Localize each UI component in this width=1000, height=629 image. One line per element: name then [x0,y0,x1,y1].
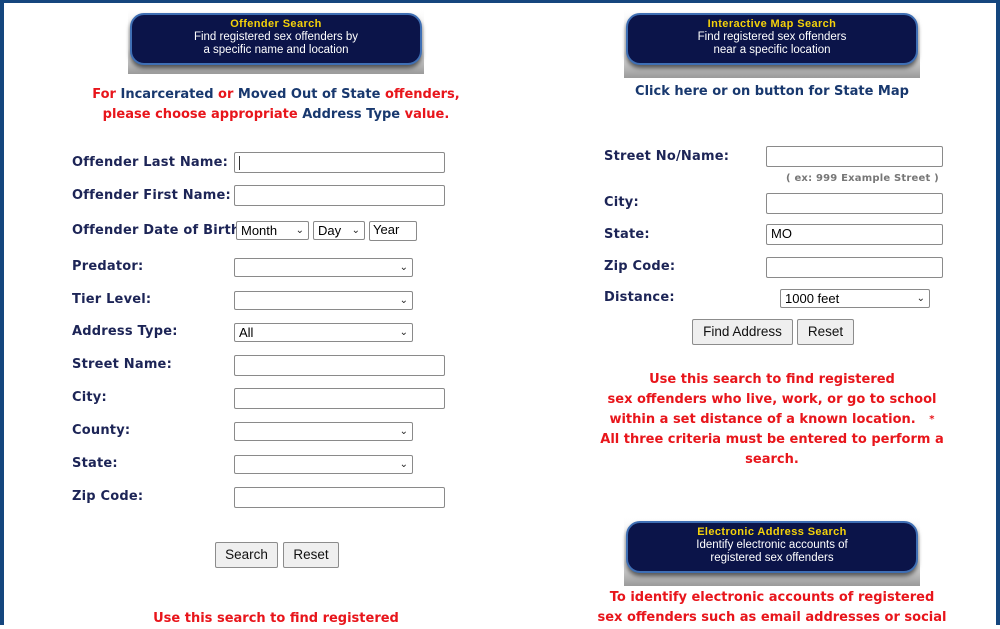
address-type-select[interactable]: All ⌄ [234,323,413,342]
chevron-down-icon: ⌄ [351,225,360,236]
notice-text: please choose appropriate [102,107,303,122]
map-search-banner-line2: near a specific location [713,44,831,56]
notice-text: offenders, [380,87,460,102]
city-label: City: [72,390,107,405]
address-type-value: All [239,325,254,340]
electronic-search-info: To identify electronic accounts of regis… [574,588,970,628]
chevron-down-icon: ⌄ [916,293,925,304]
map-street-input[interactable] [766,146,943,167]
offender-search-banner-wrap: Offender Search Find registered sex offe… [128,10,424,74]
map-search-info: Use this search to find registered sex o… [574,370,970,470]
electronic-search-banner-line2: registered sex offenders [710,552,834,564]
map-city-label: City: [604,195,639,210]
predator-select[interactable]: ⌄ [234,258,413,277]
electronic-search-banner-line1: Identify electronic accounts of [696,539,848,551]
chevron-down-icon: ⌄ [399,327,408,338]
map-city-input[interactable] [766,193,943,214]
first-name-label: Offender First Name: [72,188,231,203]
zip-code-input[interactable] [234,487,445,508]
dob-month-select[interactable]: Month ⌄ [236,221,309,240]
map-state-input[interactable]: MO [766,224,943,245]
notice-incarcerated: Incarcerated [120,87,214,102]
notice-text: For [92,87,121,102]
electronic-search-banner-title: Electronic Address Search [697,526,847,538]
map-info-line4: All three criteria must be entered to pe… [600,432,944,467]
zip-code-label: Zip Code: [72,489,144,504]
distance-label: Distance: [604,290,675,305]
map-search-banner-wrap: Interactive Map Search Find registered s… [624,10,920,78]
map-info-line3-wrap: within a set distance of a known locatio… [574,410,970,430]
street-name-label: Street Name: [72,357,172,372]
electronic-info-line1: To identify electronic accounts of regis… [609,590,935,605]
electronic-search-banner-button[interactable]: Electronic Address Search Identify elect… [626,521,918,573]
predator-label: Predator: [72,259,144,274]
map-search-banner-line1: Find registered sex offenders [697,31,847,43]
map-search-banner-button[interactable]: Interactive Map Search Find registered s… [626,13,918,65]
dob-label: Offender Date of Birth: [72,223,246,238]
state-select[interactable]: ⌄ [234,455,413,474]
offender-search-banner-line1: Find registered sex offenders by [193,31,359,43]
map-state-value: MO [771,226,792,241]
chevron-down-icon: ⌄ [399,262,408,273]
map-info-line3: within a set distance of a known locatio… [609,412,916,427]
dob-year-placeholder: Year [373,222,400,237]
map-info-line2: sex offenders who live, work, or go to s… [607,392,937,407]
distance-select[interactable]: 1000 feet ⌄ [780,289,930,308]
tier-level-select[interactable]: ⌄ [234,291,413,310]
county-label: County: [72,423,131,438]
offender-search-footer-text: Use this search to find registered [153,611,399,626]
chevron-down-icon: ⌄ [295,225,304,236]
chevron-down-icon: ⌄ [399,426,408,437]
dob-month-value: Month [241,223,278,238]
map-reset-button[interactable]: Reset [797,319,854,345]
county-select[interactable]: ⌄ [234,422,413,441]
first-name-input[interactable] [234,185,445,206]
map-zip-input[interactable] [766,257,943,278]
street-name-input[interactable] [234,355,445,376]
asterisk-mark: * [929,414,935,425]
address-type-label: Address Type: [72,324,178,339]
last-name-label: Offender Last Name: [72,155,229,170]
notice-text: value. [400,107,450,122]
dob-year-input[interactable]: Year [369,221,417,241]
tier-level-label: Tier Level: [72,292,152,307]
dob-day-select[interactable]: Day ⌄ [313,221,365,240]
notice-text: or [213,87,238,102]
map-info-line1: Use this search to find registered [649,372,895,387]
chevron-down-icon: ⌄ [399,295,408,306]
text-cursor [239,155,240,170]
address-type-notice: For Incarcerated or Moved Out of State o… [60,85,492,125]
last-name-input[interactable] [234,152,445,173]
notice-address-type: Address Type [302,107,401,122]
state-label: State: [72,456,118,471]
state-map-link[interactable]: Click here or on button for State Map [574,82,970,102]
distance-value: 1000 feet [785,291,840,306]
offender-search-banner-line2: a specific name and location [203,44,349,56]
street-example-hint: ( ex: 999 Example Street ) [786,173,939,184]
city-input[interactable] [234,388,445,409]
map-zip-label: Zip Code: [604,259,676,274]
chevron-down-icon: ⌄ [399,459,408,470]
offender-search-banner-title: Offender Search [230,18,322,30]
reset-button[interactable]: Reset [283,542,339,568]
find-address-button[interactable]: Find Address [692,319,793,345]
map-search-banner-title: Interactive Map Search [707,18,837,30]
map-state-label: State: [604,227,650,242]
electronic-search-banner-wrap: Electronic Address Search Identify elect… [624,518,920,586]
dob-day-value: Day [318,223,342,238]
map-street-label: Street No/Name: [604,149,730,164]
offender-search-banner-button[interactable]: Offender Search Find registered sex offe… [130,13,422,65]
notice-moved-out: Moved Out of State [237,87,381,102]
search-button[interactable]: Search [215,542,278,568]
electronic-info-line2: sex offenders such as email addresses or… [597,610,947,625]
